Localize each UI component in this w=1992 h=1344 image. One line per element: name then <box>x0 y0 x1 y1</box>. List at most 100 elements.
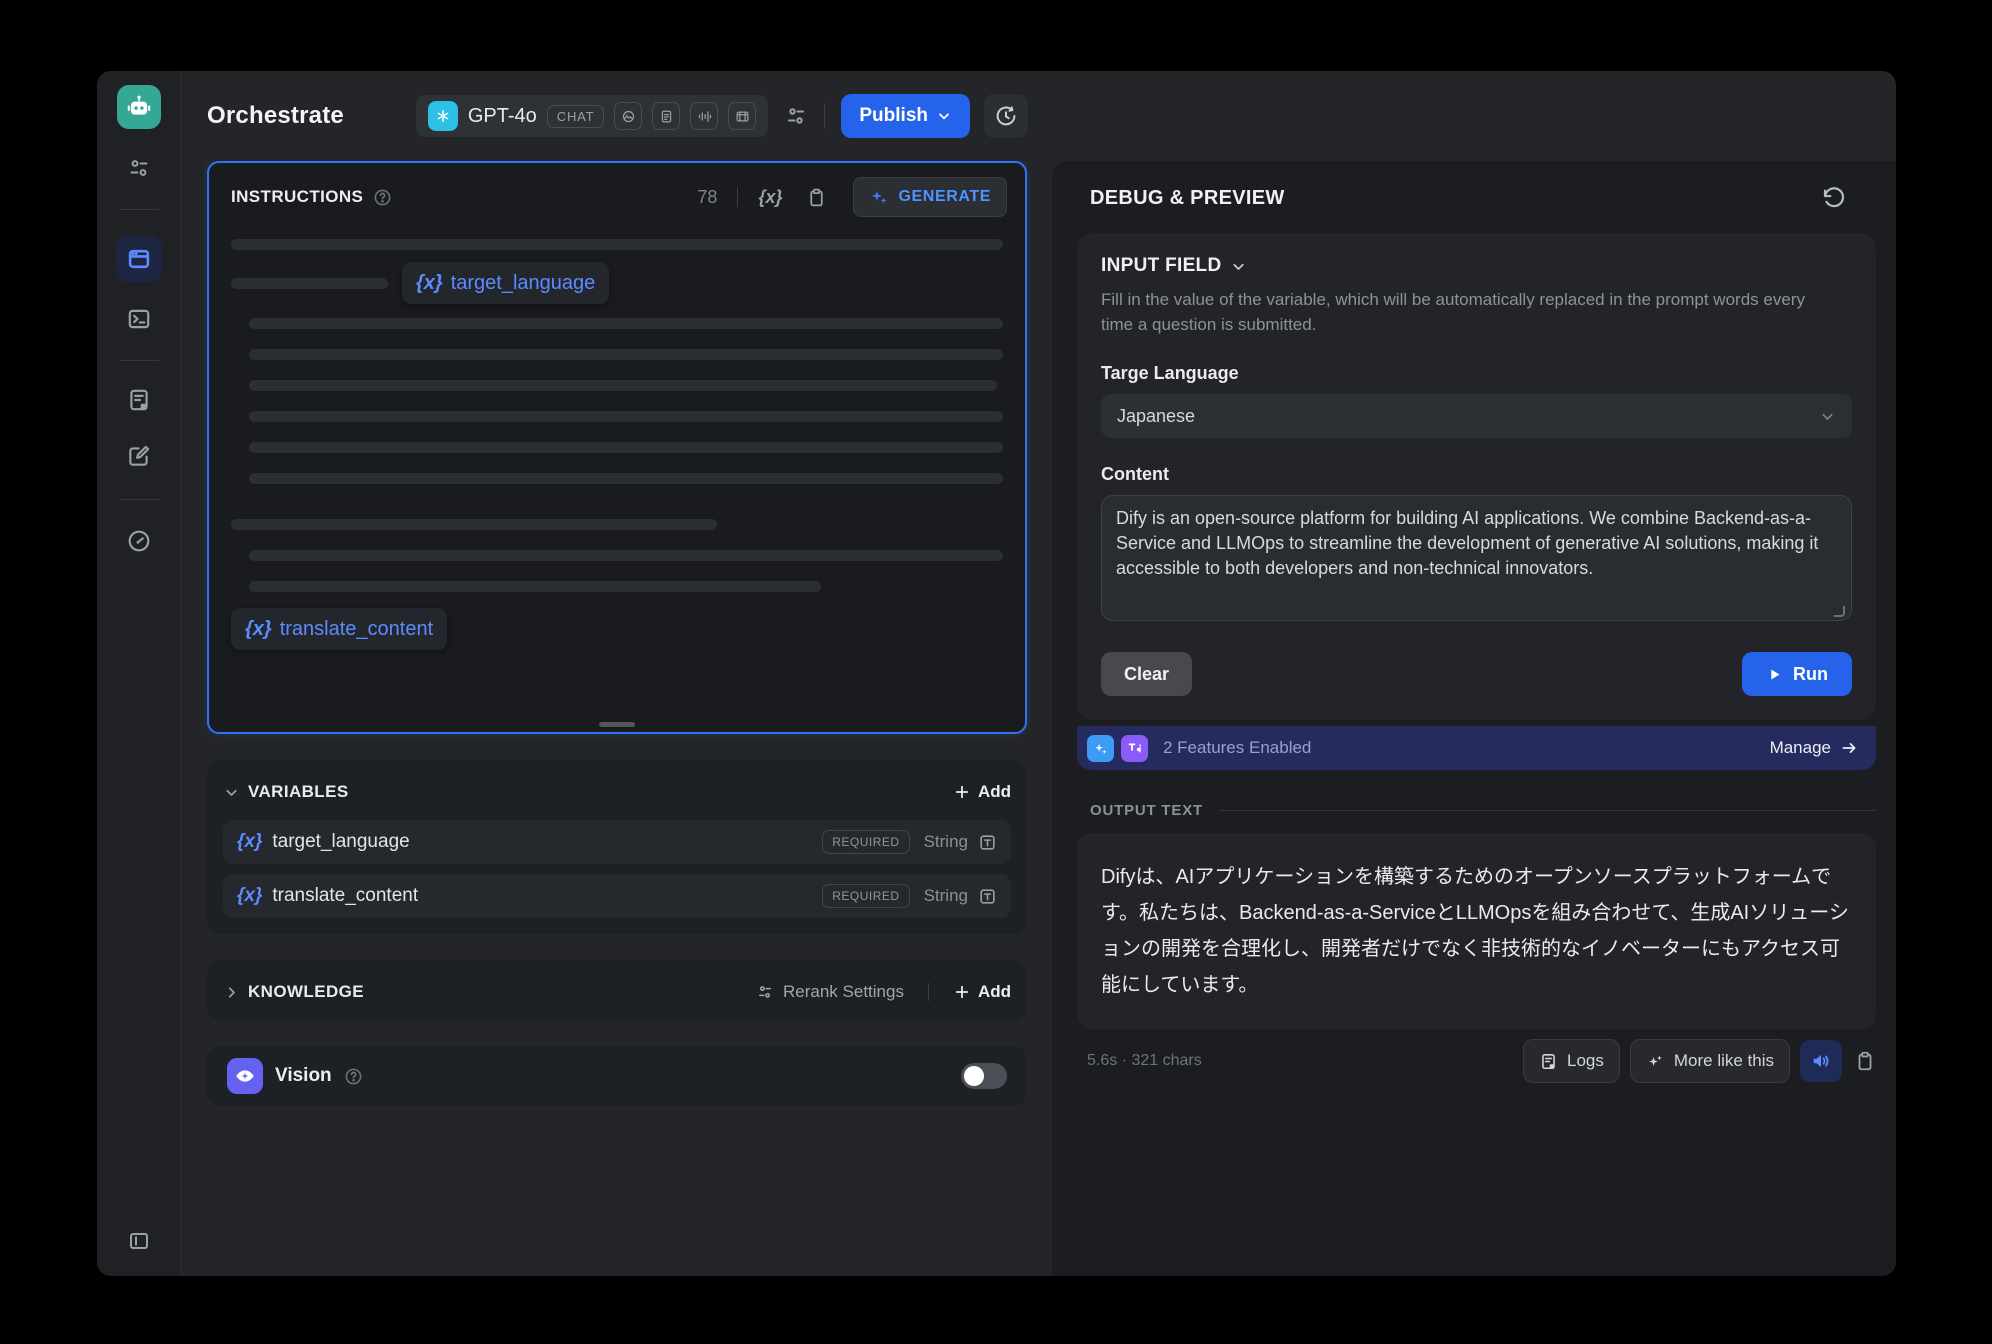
vision-toggle[interactable] <box>961 1063 1007 1089</box>
vision-capability-icon <box>614 102 642 130</box>
skeleton-line <box>231 519 717 530</box>
chevron-down-icon[interactable] <box>223 784 240 801</box>
divider-line <box>1219 810 1876 811</box>
logs-icon <box>1539 1052 1558 1071</box>
input-field-description: Fill in the value of the variable, which… <box>1101 287 1841 337</box>
plus-icon <box>953 783 971 801</box>
add-label: Add <box>978 782 1011 802</box>
sparkle-feature-icon <box>1087 735 1114 762</box>
instructions-card[interactable]: INSTRUCTIONS 78 {x} <box>207 161 1027 734</box>
debug-title: DEBUG & PREVIEW <box>1090 187 1285 210</box>
variable-name: target_language <box>272 831 409 853</box>
skeleton-line <box>231 239 1003 250</box>
copy-prompt-icon[interactable] <box>806 187 827 208</box>
generate-button[interactable]: GENERATE <box>853 177 1007 217</box>
app-logo-robot-icon[interactable] <box>117 85 161 129</box>
skeleton-line <box>231 278 388 289</box>
version-history-button[interactable] <box>984 94 1028 138</box>
knowledge-section: KNOWLEDGE Rerank Settings Add <box>207 960 1027 1020</box>
instructions-editor[interactable]: {x} target_language {x} <box>209 221 1025 650</box>
publish-label: Publish <box>859 105 928 127</box>
variable-chip-target-language[interactable]: {x} target_language <box>402 262 609 304</box>
run-label: Run <box>1793 664 1828 685</box>
toggle-knob <box>964 1066 984 1086</box>
sidebar-item-orchestrate-active[interactable] <box>116 236 162 282</box>
audio-capability-icon <box>690 102 718 130</box>
input-field-card: INPUT FIELD Fill in the value of the var… <box>1077 233 1876 720</box>
restart-conversation-icon[interactable] <box>1820 185 1846 211</box>
variable-token: {x} <box>237 831 262 853</box>
add-label: Add <box>978 982 1011 1002</box>
chevron-right-icon[interactable] <box>223 984 240 1001</box>
publish-button[interactable]: Publish <box>841 94 970 138</box>
vision-label: Vision <box>275 1065 332 1087</box>
content-textarea[interactable]: Dify is an open-source platform for buil… <box>1101 495 1852 621</box>
skeleton-line <box>249 442 1003 453</box>
variable-row-target-language[interactable]: {x} target_language REQUIRED String <box>223 820 1011 864</box>
variable-name: translate_content <box>280 618 433 641</box>
sidebar-item-terminal[interactable] <box>126 306 152 332</box>
clear-label: Clear <box>1124 664 1169 685</box>
page-title: Orchestrate <box>207 102 344 130</box>
chevron-down-icon <box>1230 258 1247 275</box>
logs-button[interactable]: Logs <box>1523 1039 1620 1083</box>
features-enabled-text: 2 Features Enabled <box>1163 738 1311 758</box>
clear-button[interactable]: Clear <box>1101 652 1192 696</box>
document-capability-icon <box>652 102 680 130</box>
model-selector[interactable]: GPT-4o CHAT <box>416 95 769 137</box>
prompt-editor-area: INSTRUCTIONS 78 {x} <box>181 161 1052 1106</box>
model-parameters-icon[interactable] <box>784 104 808 128</box>
help-icon[interactable] <box>373 188 392 207</box>
app-header: Orchestrate GPT-4o CHAT <box>181 71 1052 161</box>
skeleton-line <box>249 411 1003 422</box>
divider <box>737 187 738 207</box>
play-icon <box>1766 666 1783 683</box>
run-button[interactable]: Run <box>1742 652 1852 696</box>
sidebar-item-monitoring[interactable] <box>126 528 152 554</box>
variable-row-translate-content[interactable]: {x} translate_content REQUIRED String <box>223 874 1011 918</box>
sparkle-icon <box>869 187 889 207</box>
model-name: GPT-4o <box>468 105 537 128</box>
debug-preview-panel: DEBUG & PREVIEW INPUT FIELD Fill in the … <box>1052 161 1896 1276</box>
target-language-select[interactable]: Japanese <box>1101 394 1852 438</box>
variable-token: {x} <box>245 618 272 641</box>
manage-features-button[interactable]: Manage <box>1770 738 1858 758</box>
sidebar-item-logs[interactable] <box>126 387 152 413</box>
resize-drag-handle[interactable] <box>599 722 635 727</box>
instructions-title: INSTRUCTIONS <box>231 187 363 207</box>
rerank-settings-button[interactable]: Rerank Settings <box>756 982 904 1002</box>
features-bar[interactable]: 2 Features Enabled Manage <box>1077 726 1876 770</box>
chevron-down-icon <box>936 108 952 124</box>
text-to-speech-feature-icon <box>1121 735 1148 762</box>
orchestrate-settings-icon[interactable] <box>126 155 152 181</box>
variable-name: target_language <box>451 272 596 295</box>
target-language-label: Targe Language <box>1101 363 1852 384</box>
sidebar-item-annotation[interactable] <box>126 443 152 469</box>
variable-type: String <box>924 832 968 852</box>
help-icon[interactable] <box>344 1067 363 1086</box>
collapse-sidebar-icon[interactable] <box>126 1228 152 1254</box>
add-knowledge-button[interactable]: Add <box>953 982 1011 1002</box>
variable-name: translate_content <box>272 885 418 907</box>
variable-chip-translate-content[interactable]: {x} translate_content <box>231 608 447 650</box>
skeleton-line <box>249 550 1003 561</box>
output-stats: 5.6s · 321 chars <box>1087 1052 1202 1070</box>
sparkle-icon <box>1646 1052 1665 1071</box>
char-count: 78 <box>697 187 717 208</box>
arrow-right-icon <box>1840 739 1858 757</box>
insert-variable-button[interactable]: {x} <box>758 187 782 208</box>
main-column: Orchestrate GPT-4o CHAT <box>181 71 1052 1276</box>
input-field-header[interactable]: INPUT FIELD <box>1101 255 1852 277</box>
output-text-label: OUTPUT TEXT <box>1090 802 1203 819</box>
copy-output-icon[interactable] <box>1854 1050 1876 1072</box>
string-type-icon <box>978 887 997 906</box>
model-mode-badge: CHAT <box>547 105 605 128</box>
add-variable-button[interactable]: Add <box>953 782 1011 802</box>
play-audio-button[interactable] <box>1800 1040 1842 1082</box>
variables-title: VARIABLES <box>248 782 349 802</box>
variables-section: VARIABLES Add {x} target_language REQUIR… <box>207 760 1027 934</box>
knowledge-title: KNOWLEDGE <box>248 982 364 1002</box>
skeleton-line <box>249 581 821 592</box>
output-text: Difyは、AIアプリケーションを構築するためのオープンソースプラットフォームで… <box>1101 859 1852 1003</box>
more-like-this-button[interactable]: More like this <box>1630 1039 1790 1083</box>
